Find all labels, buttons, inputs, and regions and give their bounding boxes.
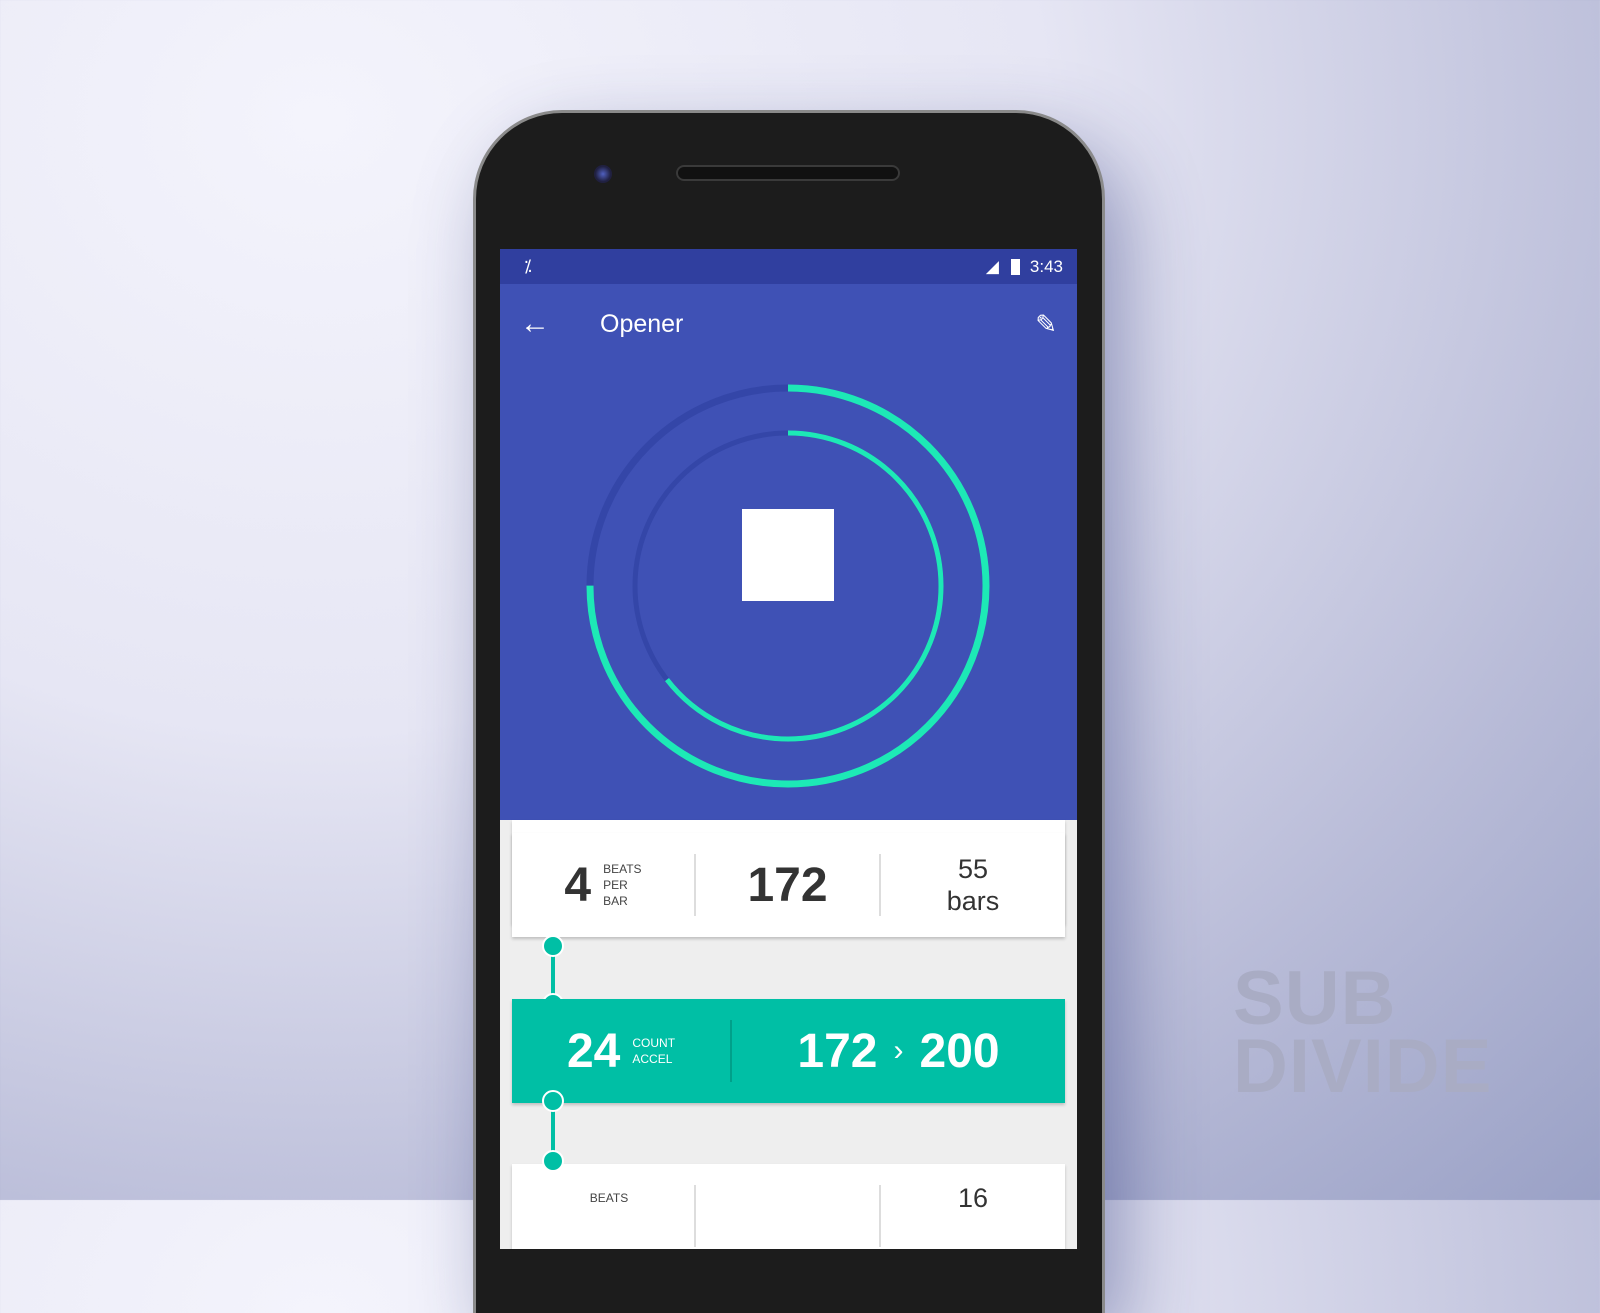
section-card-accel[interactable]: 24 COUNT ACCEL 172 › 200 — [512, 999, 1065, 1103]
section-card-3[interactable]: BEATS 16 — [512, 1164, 1065, 1249]
subdivide-watermark: SUB DIVIDE — [1233, 956, 1493, 1109]
arrow-right-icon: › — [893, 1034, 904, 1067]
status-bar: ⁒ ◢ 3:43 — [500, 249, 1077, 284]
page-title: Opener — [600, 309, 684, 338]
subdivide-logo-icon: ⁒ — [524, 256, 532, 276]
tempo-to: 200 — [919, 1024, 1000, 1078]
signal-icon: ◢ — [985, 256, 999, 276]
bars-count: 55 — [957, 854, 989, 884]
tempo-from: 172 — [797, 1024, 878, 1078]
tempo-value: 172 — [747, 858, 828, 912]
pencil-icon[interactable]: ✎ — [1035, 309, 1057, 340]
count-accel-label: COUNT ACCEL — [632, 1036, 676, 1066]
bars-label: bars — [946, 886, 1000, 916]
speaker-grille — [676, 165, 900, 181]
beats-per-bar-label: BEATS PER BAR — [603, 862, 642, 908]
bars-count: 16 — [957, 1183, 989, 1213]
section-card-1[interactable]: 4 BEATS PER BAR 172 55 bars — [512, 833, 1065, 937]
connector-dot — [542, 935, 564, 957]
battery-icon — [1010, 258, 1020, 275]
beats-per-bar-value: 4 — [564, 858, 592, 912]
connector-dot — [542, 1150, 564, 1172]
status-time: 3:43 — [1029, 256, 1063, 276]
app-bar: ← Opener ✎ — [500, 284, 1077, 820]
front-camera — [594, 165, 612, 183]
connector-dot — [542, 1090, 564, 1112]
arrow-back-icon[interactable]: ← — [520, 307, 600, 341]
beats-label: BEATS — [589, 1191, 629, 1205]
screen: ⁒ ◢ 3:43 ← Opener ✎ 4 BEATS PER BAR 172 55… — [500, 249, 1077, 1249]
stop-button[interactable] — [742, 509, 834, 601]
phone-frame: ⁒ ◢ 3:43 ← Opener ✎ 4 BEATS PER BAR 172 55… — [476, 113, 1102, 1313]
count-value: 24 — [566, 1024, 621, 1078]
